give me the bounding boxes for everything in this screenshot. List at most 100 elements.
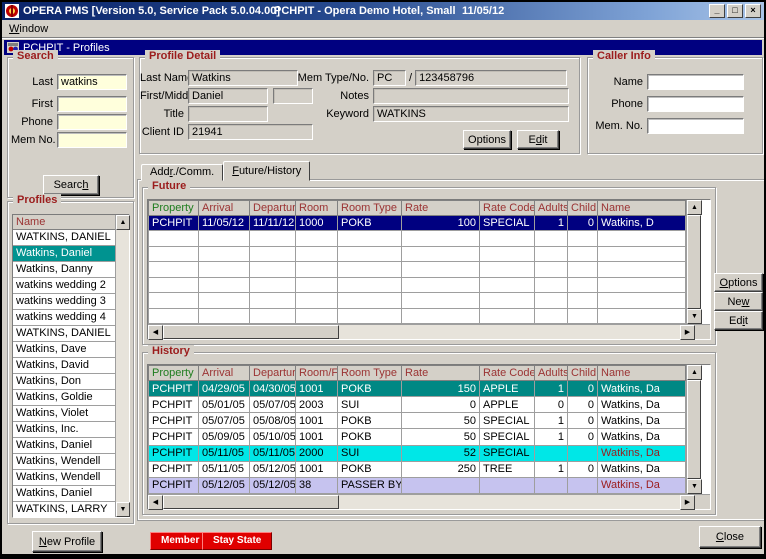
scroll-down-icon[interactable]: ▼ (687, 479, 702, 494)
profile-list-item[interactable]: Watkins, Danny (13, 262, 115, 278)
scroll-track[interactable] (116, 230, 129, 502)
column-header: Rate Code (480, 366, 535, 381)
profile-list-item[interactable]: Watkins, Wendell (13, 470, 115, 486)
minimize-button[interactable]: _ (709, 4, 725, 18)
scroll-down-icon[interactable]: ▼ (116, 502, 130, 517)
column-header: Room Type (338, 366, 402, 381)
profile-edit-button[interactable]: Edit (517, 130, 559, 149)
scroll-thumb[interactable] (163, 495, 339, 509)
table-row[interactable]: PCHPIT05/11/0505/12/051001POKB250TREE10W… (149, 461, 686, 477)
tab-addr-comm[interactable]: Addr./Comm. (141, 164, 223, 181)
profile-list-item[interactable]: Watkins, Dave (13, 342, 115, 358)
caller-info-legend: Caller Info (593, 50, 655, 62)
scroll-down-icon[interactable]: ▼ (687, 309, 702, 324)
table-row[interactable]: PCHPIT05/09/0505/10/051001POKB50SPECIAL1… (149, 429, 686, 445)
stay-state-badge[interactable]: Stay State (202, 532, 272, 550)
profile-list-item[interactable]: WATKINS, DANIEL (13, 230, 115, 246)
menu-window[interactable]: Window (9, 23, 48, 35)
close-button[interactable]: Close (699, 526, 761, 548)
table-row[interactable]: PCHPIT11/05/1211/11/121000POKB100SPECIAL… (149, 216, 686, 231)
column-header: Name (598, 366, 686, 381)
column-header: Property (149, 366, 199, 381)
table-row-empty (149, 293, 686, 308)
scroll-thumb[interactable] (687, 380, 701, 479)
profiles-group: Profiles Name WATKINS, DANIELWatkins, Da… (7, 201, 134, 524)
profile-list-item[interactable]: Watkins, Goldie (13, 390, 115, 406)
profile-detail-legend: Profile Detail (145, 50, 220, 62)
search-legend: Search (13, 50, 58, 62)
caller-phone-input[interactable] (647, 96, 744, 112)
profile-list-item[interactable]: watkins wedding 2 (13, 278, 115, 294)
column-header: Adults (535, 366, 568, 381)
table-row-empty (149, 308, 686, 323)
scroll-corner (695, 325, 710, 339)
scroll-track[interactable] (163, 495, 680, 509)
table-row[interactable]: PCHPIT04/29/0504/30/051001POKB150APPLE10… (149, 381, 686, 397)
table-row[interactable]: PCHPIT05/11/0505/11/052000SUI52SPECIALWa… (149, 445, 686, 461)
caller-memno-input[interactable] (647, 118, 744, 134)
menu-bar: Window (2, 20, 764, 38)
table-row[interactable]: PCHPIT05/12/0505/12/0538PASSER BYWatkins… (149, 477, 686, 493)
mem-no-field: 123458796 (415, 70, 567, 86)
business-date: 11/05/12 (462, 5, 504, 17)
mem-separator: / (406, 72, 415, 84)
future-options-button[interactable]: Options (714, 273, 763, 292)
title-field (188, 106, 268, 122)
scroll-up-icon[interactable]: ▲ (116, 215, 130, 230)
search-phone-input[interactable] (57, 114, 127, 130)
future-edit-button[interactable]: Edit (714, 311, 763, 330)
profile-list-item[interactable]: Watkins, Inc. (13, 422, 115, 438)
scroll-right-icon[interactable]: ▶ (680, 325, 695, 340)
scroll-up-icon[interactable]: ▲ (687, 365, 702, 380)
scroll-right-icon[interactable]: ▶ (680, 495, 695, 510)
profile-list-item[interactable]: Watkins, Violet (13, 406, 115, 422)
scroll-up-icon[interactable]: ▲ (687, 200, 702, 215)
tab-future-history[interactable]: Future/History (223, 161, 310, 181)
future-table: PropertyArrivalDepartureRoomRoom TypeRat… (148, 200, 686, 324)
history-table: PropertyArrivalDepartureRoom/Fol.Room Ty… (148, 365, 686, 494)
mem-type-field: PC (373, 70, 406, 86)
scroll-left-icon[interactable]: ◀ (148, 325, 163, 340)
caller-name-input[interactable] (647, 74, 744, 90)
title-label: Title (140, 108, 188, 120)
scroll-left-icon[interactable]: ◀ (148, 495, 163, 510)
scroll-thumb[interactable] (687, 215, 701, 309)
maximize-button[interactable]: □ (727, 4, 743, 18)
profile-list-item[interactable]: watkins wedding 3 (13, 294, 115, 310)
search-last-input[interactable] (57, 74, 127, 90)
scroll-thumb[interactable] (163, 325, 339, 339)
profile-list-item[interactable]: Watkins, Wendell (13, 454, 115, 470)
first-middle-label: First/Middle (140, 90, 188, 102)
history-tablebox: PropertyArrivalDepartureRoom/Fol.Room Ty… (147, 364, 711, 510)
profile-options-button[interactable]: Options (463, 130, 511, 149)
column-header: Child (568, 366, 598, 381)
search-memno-input[interactable] (57, 132, 127, 148)
table-row[interactable]: PCHPIT05/01/0505/07/052003SUI0APPLE00Wat… (149, 397, 686, 413)
scroll-track[interactable] (163, 325, 680, 339)
future-group: Future PropertyArrivalDepartureRoomRoom … (142, 187, 716, 345)
profile-list-item[interactable]: WATKINS, DANIEL (13, 326, 115, 342)
phone-label: Phone (11, 116, 57, 128)
first-label: First (11, 98, 57, 110)
profile-list-item[interactable]: watkins wedding 4 (13, 310, 115, 326)
profile-list-item[interactable]: WATKINS, LARRY (13, 502, 115, 517)
history-vscrollbar: ▲ ▼ (686, 365, 701, 494)
notes-label: Notes (280, 90, 373, 102)
table-row-empty (149, 277, 686, 292)
new-profile-button[interactable]: New Profile (32, 531, 102, 552)
profile-list-item[interactable]: Watkins, Daniel (13, 486, 115, 502)
profile-list-item[interactable]: Watkins, Daniel (13, 246, 115, 262)
column-header: Rate (402, 366, 480, 381)
profile-list-item[interactable]: Watkins, David (13, 358, 115, 374)
profile-list-item[interactable]: Watkins, Daniel (13, 438, 115, 454)
opera-pms-window: OPERA PMS [Version 5.0, Service Pack 5.0… (0, 0, 766, 559)
history-hscrollbar: ◀ ▶ (148, 494, 710, 509)
future-new-button[interactable]: New (714, 292, 763, 311)
history-legend: History (148, 345, 194, 357)
search-first-input[interactable] (57, 96, 127, 112)
table-row[interactable]: PCHPIT05/07/0505/08/051001POKB50SPECIAL1… (149, 413, 686, 429)
search-button[interactable]: Search (43, 175, 99, 195)
close-window-button[interactable]: × (745, 4, 761, 18)
column-header: Departure (250, 201, 296, 216)
profile-list-item[interactable]: Watkins, Don (13, 374, 115, 390)
